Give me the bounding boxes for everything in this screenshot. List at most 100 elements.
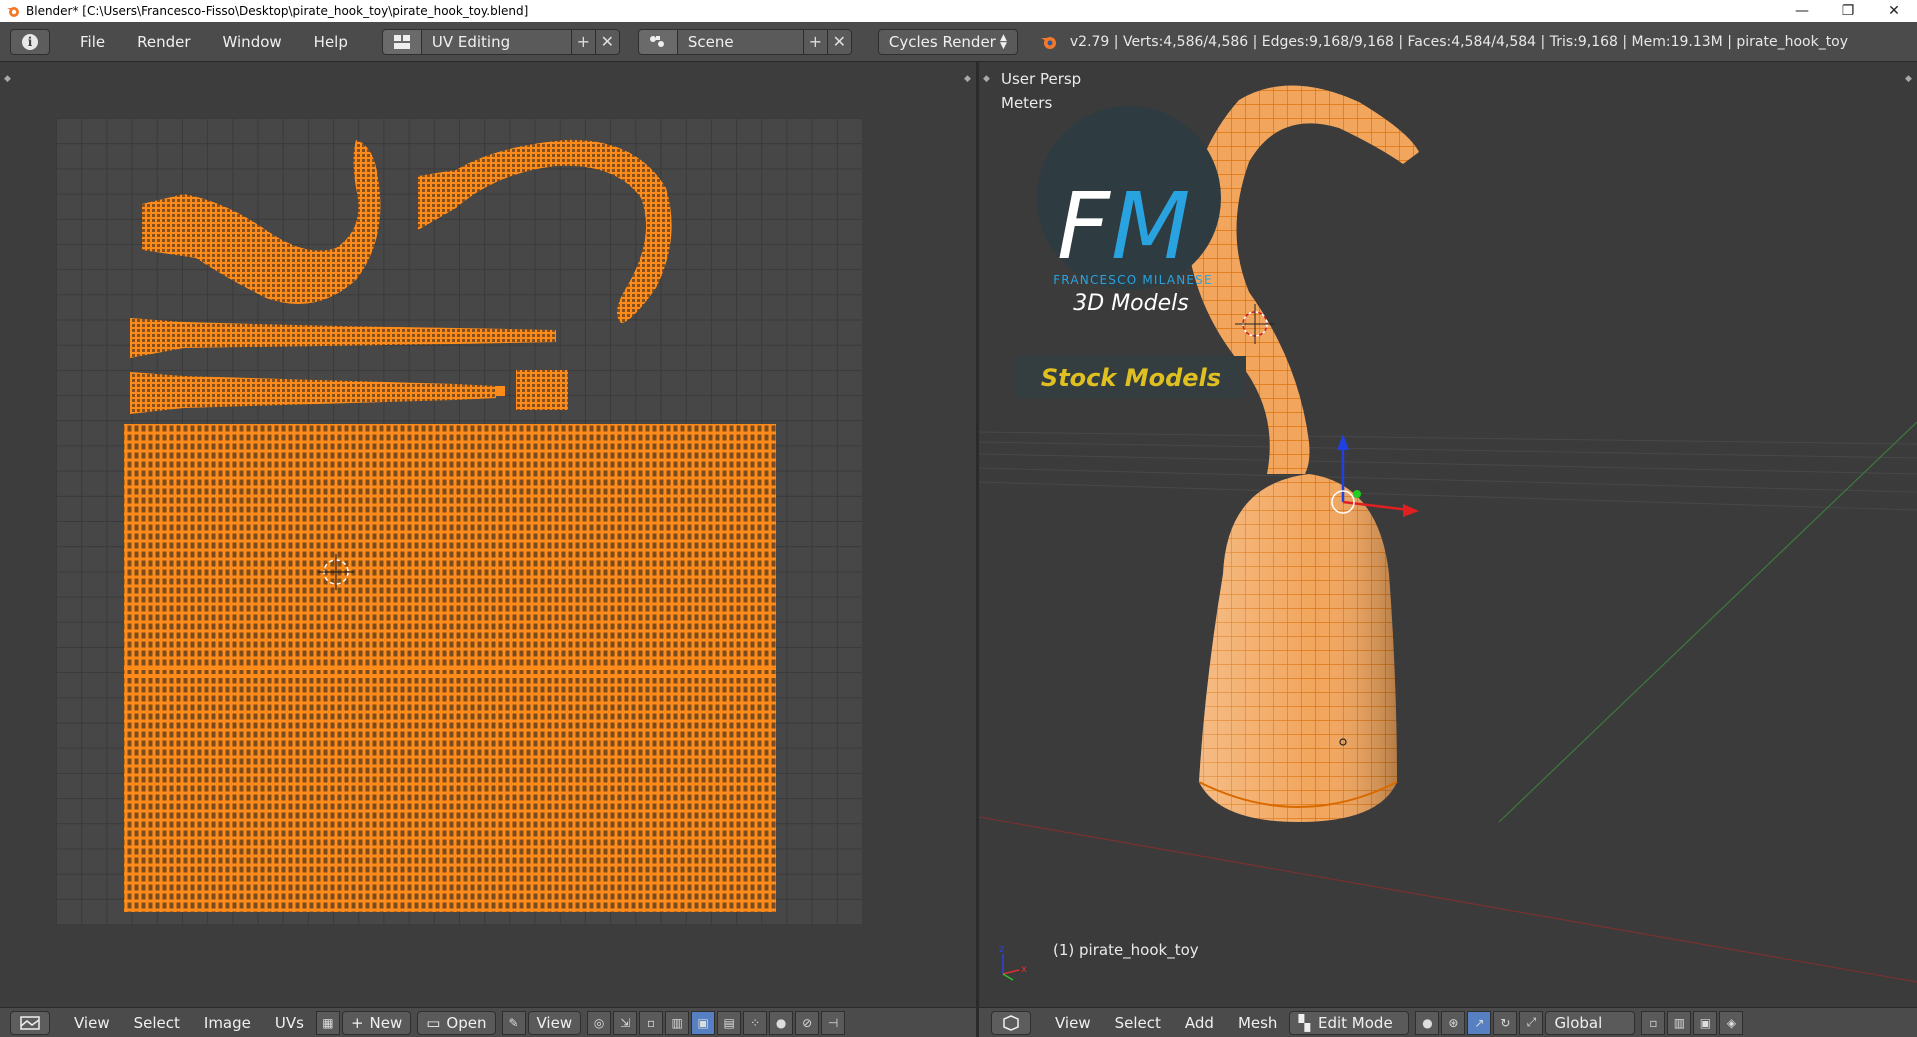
snap-element-icon[interactable]: ⊣ bbox=[821, 1010, 846, 1035]
uv-grid[interactable] bbox=[56, 118, 862, 924]
logo-brand: FRANCESCO MILANESE bbox=[1053, 273, 1213, 287]
plus-icon: + bbox=[350, 1013, 364, 1032]
uv-seam-line bbox=[124, 674, 776, 678]
3d-view-header: View Select Add Mesh ▚ Edit Mode ● ⊛ ↗ ↻ … bbox=[979, 1007, 1917, 1037]
uv-menu-view[interactable]: View bbox=[62, 1014, 122, 1032]
uv-seam-line bbox=[124, 666, 776, 670]
remove-scene-icon[interactable]: ✕ bbox=[827, 28, 852, 55]
open-image-label: Open bbox=[446, 1013, 487, 1032]
logo-stock-text: Stock Models bbox=[1041, 364, 1221, 392]
uv-islands[interactable] bbox=[56, 118, 862, 924]
y-axis-line bbox=[1498, 421, 1917, 823]
menu-help[interactable]: Help bbox=[298, 33, 364, 51]
uv-menu-image[interactable]: Image bbox=[192, 1014, 263, 1032]
sync-selection-icon[interactable]: ⇲ bbox=[613, 1010, 638, 1035]
image-browse-icon[interactable]: ▦ bbox=[315, 1010, 340, 1035]
menu-file[interactable]: File bbox=[64, 33, 121, 51]
axis-widget: z x bbox=[999, 944, 1027, 981]
layout-grid-icon[interactable] bbox=[381, 28, 422, 55]
sticky-select-icon[interactable]: ⁘ bbox=[743, 1010, 768, 1035]
mode-label: Edit Mode bbox=[1317, 1013, 1393, 1032]
menu-window[interactable]: Window bbox=[207, 33, 298, 51]
face-select-mode-icon[interactable]: ▣ bbox=[1693, 1010, 1718, 1035]
vertex-select-icon[interactable]: ▫ bbox=[639, 1010, 664, 1035]
edge-select-mode-icon[interactable]: ▥ bbox=[1667, 1010, 1692, 1035]
logo-letter-m: M bbox=[1111, 173, 1190, 280]
uv-editor-header: View Select Image UVs ▦ + New ▭ Open ✎ Vie… bbox=[0, 1007, 976, 1037]
info-header: i File Render Window Help UV Editing + ✕… bbox=[0, 22, 1917, 62]
area-corner-icon[interactable]: ◆ bbox=[4, 74, 12, 84]
scene-icon[interactable] bbox=[637, 28, 678, 55]
snap-icon[interactable]: ⊘ bbox=[795, 1010, 820, 1035]
pin-icon[interactable]: ✎ bbox=[501, 1010, 526, 1035]
active-object-label: (1) pirate_hook_toy bbox=[1053, 941, 1199, 959]
viewport-scene[interactable]: z x F M FRANCESCO MILANESE 3D Models Sto… bbox=[979, 62, 1917, 1007]
window-titlebar: Blender* [C:\Users\Francesco-Fisso\Deskt… bbox=[0, 0, 1917, 22]
vertex-select-mode-icon[interactable]: ▫ bbox=[1641, 1010, 1666, 1035]
editor-type-button[interactable]: i bbox=[10, 28, 50, 55]
editor-type-3dview-icon[interactable] bbox=[991, 1010, 1031, 1035]
pivot-icon[interactable]: ◎ bbox=[587, 1010, 612, 1035]
minimize-button[interactable]: — bbox=[1779, 0, 1825, 22]
logo-tagline: 3D Models bbox=[1073, 291, 1188, 316]
open-image-button[interactable]: ▭ Open bbox=[417, 1010, 496, 1035]
scene-statistics: v2.79 | Verts:4,586/4,586 | Edges:9,168/… bbox=[1040, 33, 1848, 51]
add-layout-icon[interactable]: + bbox=[571, 28, 596, 55]
add-scene-icon[interactable]: + bbox=[803, 28, 828, 55]
orientation-label: Global bbox=[1554, 1013, 1603, 1032]
view3d-menu-add[interactable]: Add bbox=[1173, 1014, 1226, 1032]
face-select-icon[interactable]: ▣ bbox=[691, 1010, 716, 1035]
manipulator-scale-icon[interactable]: ⤢ bbox=[1519, 1010, 1544, 1035]
view-mode-label: View bbox=[536, 1013, 573, 1032]
restore-button[interactable]: ❐ bbox=[1825, 0, 1871, 22]
svg-text:z: z bbox=[999, 944, 1004, 955]
3d-viewport[interactable]: ◆ ◆ User Persp Meters z x F M FRANCESCO … bbox=[979, 62, 1917, 1007]
edge-select-icon[interactable]: ▥ bbox=[665, 1010, 690, 1035]
view3d-menu-select[interactable]: Select bbox=[1103, 1014, 1173, 1032]
uv-island-hook-a bbox=[142, 140, 381, 304]
mode-dropdown[interactable]: ▚ Edit Mode bbox=[1289, 1010, 1410, 1035]
manipulator-translate-icon[interactable]: ↗ bbox=[1467, 1010, 1492, 1035]
proportional-edit-icon[interactable]: ● bbox=[769, 1010, 794, 1035]
uv-menu-select[interactable]: Select bbox=[122, 1014, 192, 1032]
render-engine-dropdown[interactable]: Cycles Render ▲ ▼ bbox=[877, 28, 1018, 55]
view3d-menu-mesh[interactable]: Mesh bbox=[1226, 1014, 1290, 1032]
menu-render[interactable]: Render bbox=[121, 33, 206, 51]
new-image-button[interactable]: + New bbox=[341, 1010, 412, 1035]
orientation-dropdown[interactable]: Global bbox=[1545, 1010, 1636, 1035]
uv-image-editor[interactable]: ◆ ◆ bbox=[0, 62, 976, 1007]
editor-type-image-icon[interactable] bbox=[10, 1010, 50, 1035]
window-title: Blender* [C:\Users\Francesco-Fisso\Deskt… bbox=[26, 4, 529, 18]
dropdown-arrows-icon: ▲ ▼ bbox=[999, 32, 1007, 51]
stats-text: v2.79 | Verts:4,586/4,586 | Edges:9,168/… bbox=[1069, 33, 1849, 50]
scene-name-field[interactable]: Scene bbox=[677, 28, 804, 55]
pivot-point-icon[interactable]: ⊛ bbox=[1441, 1010, 1466, 1035]
uv-island-strip-b bbox=[130, 372, 496, 414]
pirate-hook-mesh bbox=[1188, 85, 1419, 822]
uv-island-hook-b bbox=[418, 139, 672, 323]
blender-app-icon bbox=[7, 7, 19, 17]
floor-grid bbox=[979, 431, 1917, 511]
shading-solid-icon[interactable]: ● bbox=[1415, 1010, 1440, 1035]
remove-layout-icon[interactable]: ✕ bbox=[595, 28, 620, 55]
uv-island-strip-a bbox=[130, 318, 556, 358]
render-engine-label: Cycles Render bbox=[888, 32, 996, 51]
view-mode-dropdown[interactable]: View bbox=[527, 1010, 582, 1035]
svg-text:x: x bbox=[1021, 964, 1027, 975]
new-image-label: New bbox=[369, 1013, 403, 1032]
logo-letter-f: F bbox=[1057, 173, 1111, 280]
view3d-menu-view[interactable]: View bbox=[1043, 1014, 1103, 1032]
island-select-icon[interactable]: ▤ bbox=[717, 1010, 742, 1035]
limit-selection-icon[interactable]: ◈ bbox=[1719, 1010, 1744, 1035]
layout-name-field[interactable]: UV Editing bbox=[421, 28, 572, 55]
edit-mode-icon: ▚ bbox=[1298, 1013, 1310, 1032]
uv-menu-uvs[interactable]: UVs bbox=[263, 1014, 316, 1032]
close-button[interactable]: ✕ bbox=[1871, 0, 1917, 22]
screen-layout-selector: UV Editing + ✕ bbox=[381, 28, 620, 55]
uv-island-small-a bbox=[496, 386, 505, 396]
area-corner-icon[interactable]: ◆ bbox=[964, 74, 972, 84]
manipulator-rotate-icon[interactable]: ↻ bbox=[1493, 1010, 1518, 1035]
blender-logo-icon bbox=[1040, 36, 1056, 49]
uv-island-block bbox=[516, 370, 568, 410]
info-icon: i bbox=[22, 33, 38, 50]
